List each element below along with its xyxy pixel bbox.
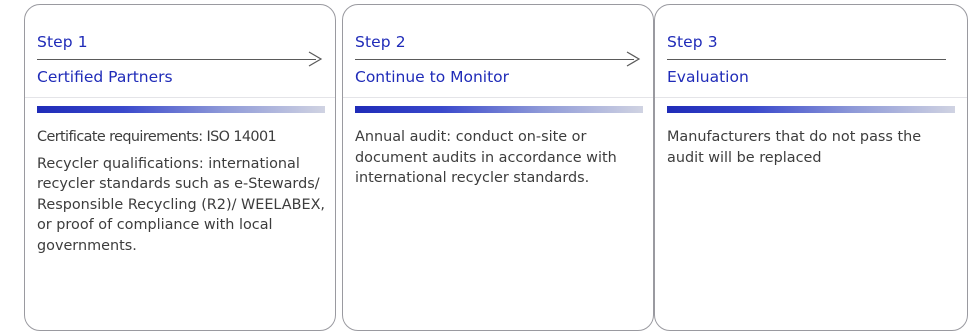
step-connector-line bbox=[667, 59, 946, 60]
step-description: Certificate requirements: ISO 14001 Recy… bbox=[37, 127, 329, 262]
gradient-accent-bar bbox=[667, 106, 955, 113]
step-label: Step 1 bbox=[37, 33, 88, 51]
description-paragraph: Certificate requirements: ISO 14001 bbox=[37, 129, 277, 145]
divider bbox=[343, 97, 653, 98]
step-description: Manufacturers that do not pass the audit… bbox=[667, 127, 959, 174]
divider bbox=[655, 97, 967, 98]
description-paragraph: Manufacturers that do not pass the audit… bbox=[667, 129, 922, 166]
step-label: Step 3 bbox=[667, 33, 718, 51]
gradient-accent-bar bbox=[355, 106, 643, 113]
step-card-3: Step 3 Evaluation Manufacturers that do … bbox=[654, 4, 968, 331]
gradient-accent-bar bbox=[37, 106, 325, 113]
step-label: Step 2 bbox=[355, 33, 406, 51]
step-title: Evaluation bbox=[667, 68, 749, 86]
description-paragraph: Annual audit: conduct on-site or documen… bbox=[355, 129, 617, 186]
step-description: Annual audit: conduct on-site or documen… bbox=[355, 127, 647, 195]
divider bbox=[25, 97, 335, 98]
step-title: Continue to Monitor bbox=[355, 68, 510, 86]
arrow-right-icon bbox=[307, 49, 323, 69]
step-connector-line bbox=[37, 59, 316, 60]
step-card-1: Step 1 Certified Partners Certificate re… bbox=[24, 4, 336, 331]
step-connector-line bbox=[355, 59, 634, 60]
description-paragraph: Recycler qualifications: international r… bbox=[37, 155, 326, 254]
step-title: Certified Partners bbox=[37, 68, 173, 86]
arrow-right-icon bbox=[625, 49, 641, 69]
step-card-2: Step 2 Continue to Monitor Annual audit:… bbox=[342, 4, 654, 331]
